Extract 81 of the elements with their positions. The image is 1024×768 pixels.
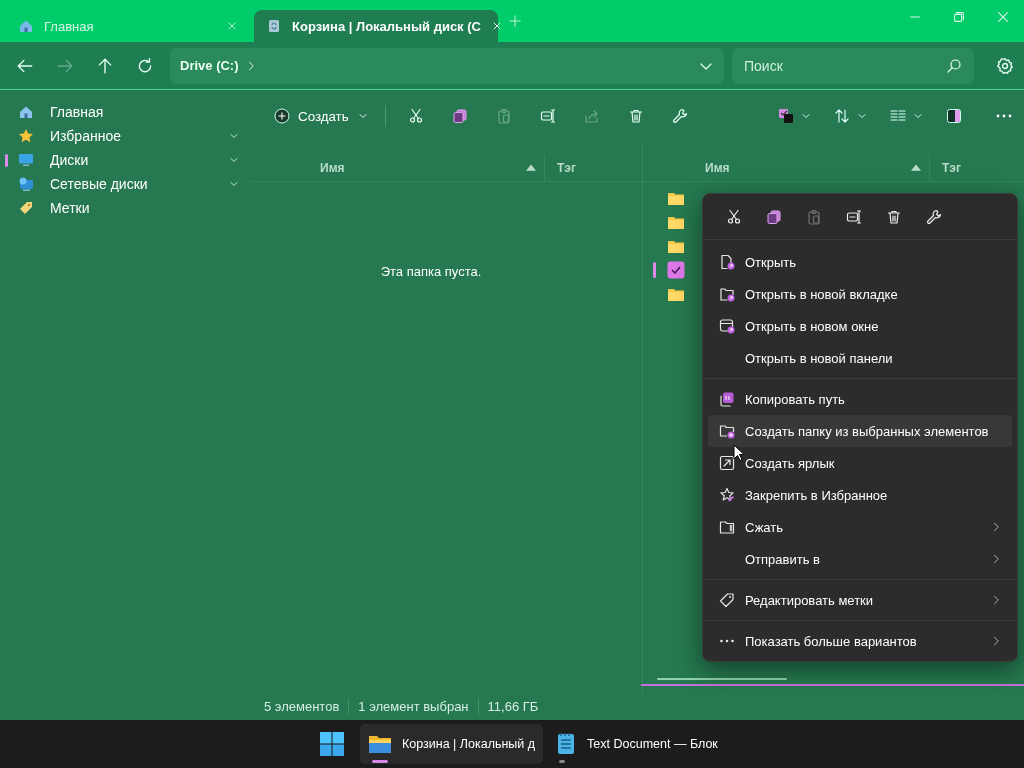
rename-icon — [539, 108, 556, 124]
plus-circle-icon — [274, 108, 290, 124]
breadcrumb[interactable]: Drive (C:) — [180, 58, 239, 73]
menu-item[interactable]: Копировать путь — [708, 383, 1012, 415]
folder-icon — [667, 190, 685, 206]
trash-icon — [886, 208, 902, 225]
scissors-icon — [726, 208, 742, 225]
trash-icon — [627, 108, 644, 124]
archive-icon — [719, 519, 735, 535]
shortcut-icon — [719, 455, 735, 471]
select-icon — [778, 108, 794, 124]
recycle-bin-icon — [266, 18, 282, 34]
up-arrow-icon[interactable] — [96, 56, 114, 75]
status-text: 1 элемент выбран — [358, 699, 469, 714]
menu-item[interactable]: Редактировать метки — [708, 584, 1012, 616]
taskbar-app[interactable]: Корзина | Локальный д — [360, 724, 544, 764]
folder-plus-icon — [719, 423, 735, 439]
status-text: 11,66 ГБ — [487, 699, 539, 714]
sidebar-item[interactable]: Диски — [0, 148, 250, 172]
search-field[interactable]: Поиск — [732, 47, 974, 84]
tag-icon — [18, 200, 34, 216]
file-arrow-icon — [719, 254, 735, 270]
windows-logo-icon[interactable] — [320, 732, 344, 756]
wrench-icon — [926, 208, 942, 225]
copy-icon — [451, 108, 468, 124]
column-header[interactable]: Тэг — [557, 160, 576, 175]
clipboard-icon — [806, 208, 822, 225]
taskbar-app[interactable]: Text Document — Блок — [547, 724, 726, 764]
scrollbar[interactable] — [657, 678, 787, 680]
empty-folder-message: Эта папка пуста. — [380, 264, 482, 279]
monitor-icon — [18, 152, 34, 168]
sort-ascending-icon — [911, 164, 921, 171]
mouse-cursor-icon — [733, 444, 745, 462]
share-icon — [583, 108, 600, 124]
wrench-icon — [671, 108, 688, 124]
menu-item[interactable]: Открыть в новом окне — [708, 310, 1012, 342]
sidebar-item[interactable]: Избранное — [0, 124, 250, 148]
menu-item[interactable]: Открыть в новой вкладке — [708, 278, 1012, 310]
menu-item[interactable]: Открыть — [708, 246, 1012, 278]
folder-icon — [667, 238, 685, 254]
clipboard-icon — [495, 108, 512, 124]
copy-path-icon — [719, 391, 735, 407]
tab-arrow-icon — [719, 286, 735, 302]
status-text: 5 элементов — [264, 699, 340, 714]
sidebar-item[interactable]: Главная — [0, 100, 250, 124]
menu-item[interactable]: Сжать — [708, 511, 1012, 543]
folder-icon — [667, 286, 685, 302]
star-icon — [18, 128, 34, 144]
column-header[interactable]: Тэг — [942, 160, 961, 175]
create-button[interactable]: Создать — [270, 100, 373, 132]
menu-item[interactable]: Закрепить в Избранное — [708, 479, 1012, 511]
refresh-icon[interactable] — [136, 56, 154, 75]
menu-item[interactable]: Создать папку из выбранных элементов — [708, 415, 1012, 447]
sidebar-item[interactable]: Метки — [0, 196, 250, 220]
column-header[interactable]: Имя — [320, 160, 526, 175]
network-drive-icon — [18, 176, 34, 192]
menu-item[interactable]: Открыть в новой панели — [708, 342, 1012, 374]
copy-icon — [766, 208, 782, 225]
settings-icon[interactable] — [996, 56, 1014, 75]
address-bar[interactable]: Drive (C:) — [170, 47, 724, 84]
sort-icon — [834, 108, 850, 124]
house-icon — [18, 104, 34, 120]
tab[interactable]: Корзина | Локальный диск (C — [254, 10, 498, 42]
star-pin-icon — [719, 487, 735, 503]
menu-item[interactable]: Показать больше вариантов — [708, 625, 1012, 657]
selection-indicator — [653, 262, 656, 278]
tag-outline-icon — [719, 592, 735, 608]
sort-ascending-icon — [526, 164, 536, 171]
checkbox-icon[interactable] — [667, 261, 685, 279]
menu-item[interactable]: Отправить в — [708, 543, 1012, 575]
search-icon — [946, 57, 962, 74]
rename-icon — [846, 208, 862, 225]
folder-icon — [667, 214, 685, 230]
column-header[interactable]: Имя — [705, 160, 911, 175]
sidebar-item[interactable]: Сетевые диски — [0, 172, 250, 196]
house-icon — [18, 18, 34, 34]
preview-pane-icon — [946, 108, 962, 124]
menu-item[interactable]: Создать ярлык — [708, 447, 1012, 479]
scissors-icon — [407, 108, 424, 124]
folder-icon — [368, 733, 392, 755]
list-view-icon — [890, 108, 906, 124]
